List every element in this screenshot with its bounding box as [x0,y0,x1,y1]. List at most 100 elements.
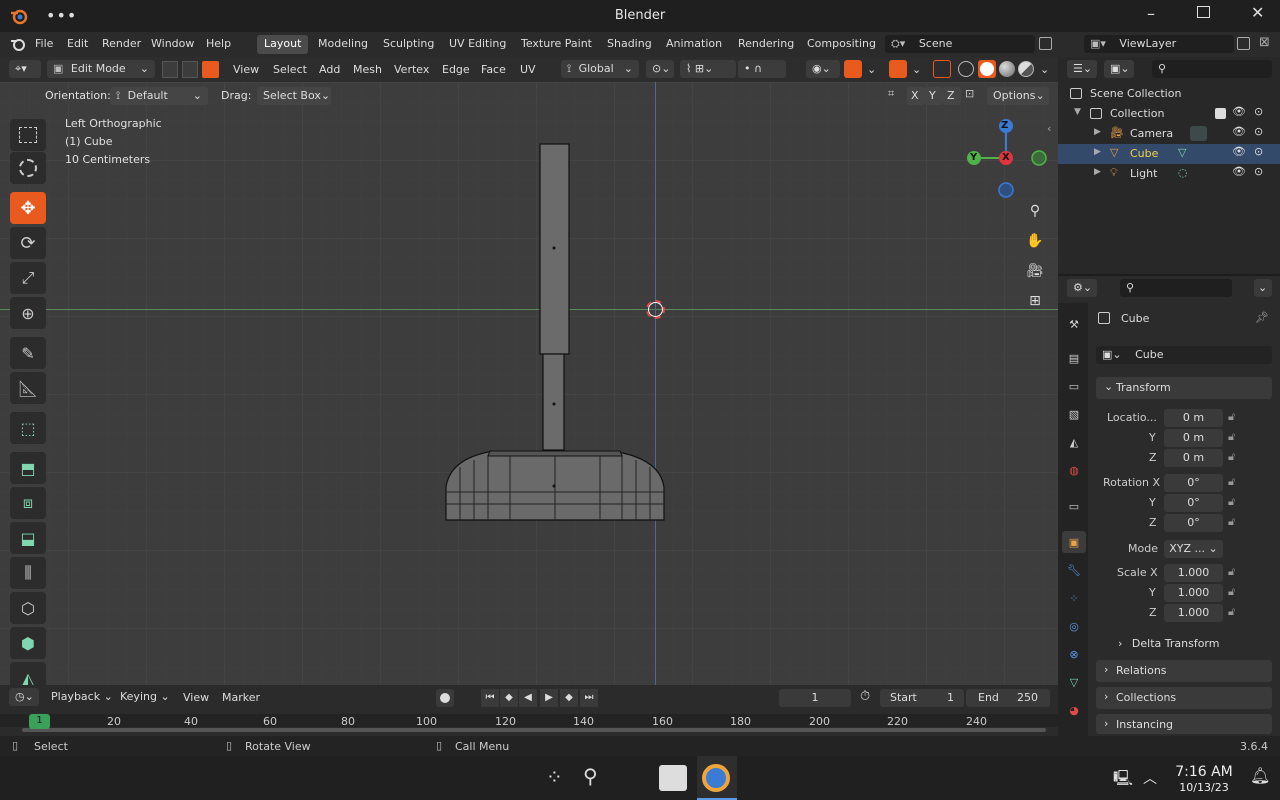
blender-menu-icon[interactable] [9,36,27,52]
gizmo-toggle-icon[interactable] [844,60,862,78]
tab-view-layer[interactable]: ▧ [1062,403,1086,425]
mirror-icon[interactable]: ⌗ [888,87,894,101]
xray-toggle-icon[interactable] [933,60,951,78]
rotation-z-field[interactable]: 0° [1164,514,1223,532]
tab-render[interactable]: ▤ [1062,347,1086,369]
tab-data[interactable]: ▽ [1062,671,1086,693]
maximize-icon[interactable] [1197,6,1210,18]
scene-collection-label[interactable]: Scene Collection [1090,87,1181,100]
rotation-mode-selector[interactable]: XYZ ... ⌄ [1164,540,1223,558]
current-frame-field[interactable]: 1 [779,689,851,707]
start-frame-field[interactable]: Start 1 [880,689,964,707]
scale-z-field[interactable]: 1.000 [1164,604,1223,622]
expand-icon[interactable]: ▶ [1094,167,1101,177]
bevel-tool[interactable]: ⬓ [10,522,46,554]
rendered-shading-icon[interactable] [1018,61,1034,77]
stopwatch-icon[interactable]: ⏱︎ [860,689,870,704]
tab-material[interactable]: ◕ [1062,699,1086,721]
grid-toggle-icon[interactable]: ⊞ [1025,293,1045,313]
collapse-sidebar-icon[interactable]: ‹ [1047,122,1051,135]
tab-constraints[interactable]: ⊗ [1062,643,1086,665]
timeline-marker-menu[interactable]: Marker [222,691,260,704]
expand-icon[interactable]: ▶ [1094,147,1101,157]
tab-object[interactable]: ▣ [1062,531,1086,553]
options-dropdown[interactable]: Options⌄ [987,87,1049,105]
record-button[interactable] [436,689,454,707]
material-shading-icon[interactable] [999,61,1015,77]
properties-editor-type[interactable]: ⚙⌄ [1067,279,1097,297]
remove-view-layer-icon[interactable]: ⊠ [1259,35,1270,50]
view-layer-selector[interactable]: ▣▾ ViewLayer [1084,35,1234,53]
jump-keyframe-forward-button[interactable]: ◆ [560,689,578,707]
expand-collection-icon[interactable]: ▼ [1074,107,1081,117]
transform-tool[interactable]: ⊕ [10,297,46,329]
clock-time[interactable]: 7:16 AM [1170,764,1238,780]
timeline-editor-type[interactable]: ◷⌄ [9,688,39,706]
measure-tool[interactable]: 📐︎ [10,372,46,404]
chevron-down-icon[interactable]: ⌄ [867,63,876,76]
tab-tool[interactable]: ⚒ [1062,313,1086,335]
header-menu-uv[interactable]: UV [520,63,536,76]
outliner-row-cube[interactable]: ▶ ▽ Cube ▽ 👁︎ ⊙ [1058,144,1280,164]
render-camera-icon[interactable]: ⊙ [1254,125,1263,138]
vertex-select-icon[interactable] [162,61,178,78]
visibility-selector[interactable]: ◉⌄ [806,60,840,78]
relations-panel-header[interactable]: › Relations [1096,660,1272,682]
mesh-cube[interactable] [440,142,670,532]
tab-texture-paint[interactable]: Texture Paint [514,35,599,54]
instancing-panel-header[interactable]: › Instancing [1096,714,1272,734]
menu-help[interactable]: Help [206,37,231,50]
pivot-selector[interactable]: ⊙⌄ [646,60,674,78]
pin-icon[interactable]: 📌︎ [1255,311,1269,324]
tab-modifiers[interactable]: 🔧︎ [1062,559,1086,581]
play-reverse-button[interactable]: ◀ [519,689,537,707]
collection-checkbox[interactable] [1215,108,1226,119]
menu-window[interactable]: Window [151,37,194,50]
lock-icon[interactable]: 🔓︎ [1228,605,1235,619]
loop-cut-tool[interactable]: ⫼ [10,557,46,589]
knife-tool[interactable]: ⬡ [10,592,46,624]
tab-sculpting[interactable]: Sculpting [376,35,441,54]
outliner-row-camera[interactable]: ▶ 🎥︎ Camera 👁︎ ⊙ [1058,124,1280,144]
header-menu-select[interactable]: Select [273,63,307,76]
close-icon[interactable]: ✕ [1251,3,1264,22]
render-camera-icon[interactable]: ⊙ [1254,145,1263,158]
location-y-field[interactable]: 0 m [1164,429,1223,447]
lock-icon[interactable]: 🔓︎ [1228,430,1235,444]
spin-tool[interactable]: ◭ [10,662,46,685]
collection-label[interactable]: Collection [1110,107,1164,120]
jump-keyframe-back-button[interactable]: ◆ [500,689,518,707]
tab-compositing[interactable]: Compositing [800,35,883,54]
tab-collection[interactable]: ▭ [1062,495,1086,517]
eye-icon[interactable]: 👁︎ [1232,165,1246,178]
wireframe-shading-icon[interactable] [958,61,974,77]
expand-icon[interactable]: ▶ [1094,127,1101,137]
header-menu-view[interactable]: View [233,63,259,76]
keying-menu[interactable]: Keying ⌄ [114,688,174,706]
snap-toggle[interactable]: ⌇ ⊞⌄ [680,60,736,78]
solid-shading-icon[interactable] [978,60,996,78]
lock-icon[interactable]: 🔓︎ [1228,515,1235,529]
extrude-tool[interactable]: ⬒ [10,452,46,484]
3d-viewport[interactable]: Orientation: ⟟ Default ⌄ Drag: Select Bo… [0,82,1058,685]
tab-uv-editing[interactable]: UV Editing [442,35,513,54]
network-icon[interactable]: 🖳︎ [1113,768,1133,793]
display-mode-selector[interactable]: ▣⌄ [1104,60,1134,78]
header-menu-vertex[interactable]: Vertex [394,63,429,76]
render-camera-icon[interactable]: ⊙ [1254,105,1263,118]
new-scene-icon[interactable] [1039,37,1052,50]
header-menu-add[interactable]: Add [319,63,340,76]
scene-selector[interactable]: ⛭▾ Scene [885,35,1035,53]
lock-icon[interactable]: 🔓︎ [1228,585,1235,599]
tab-scene[interactable]: ◭ [1062,431,1086,453]
eye-icon[interactable]: 👁︎ [1232,145,1246,158]
tab-layout[interactable]: Layout [257,35,309,54]
timeline-scrollbar[interactable] [22,728,1046,732]
mirror-y-toggle[interactable]: Y [925,87,943,105]
orientation-selector[interactable]: ⟟ Default ⌄ [110,87,208,105]
move-tool[interactable]: ✥ [10,192,46,224]
clock-date[interactable]: 10/13/23 [1170,781,1238,794]
face-select-icon[interactable] [202,61,219,78]
tab-animation[interactable]: Animation [659,35,729,54]
auto-merge-icon[interactable]: ⊡ [965,87,974,100]
